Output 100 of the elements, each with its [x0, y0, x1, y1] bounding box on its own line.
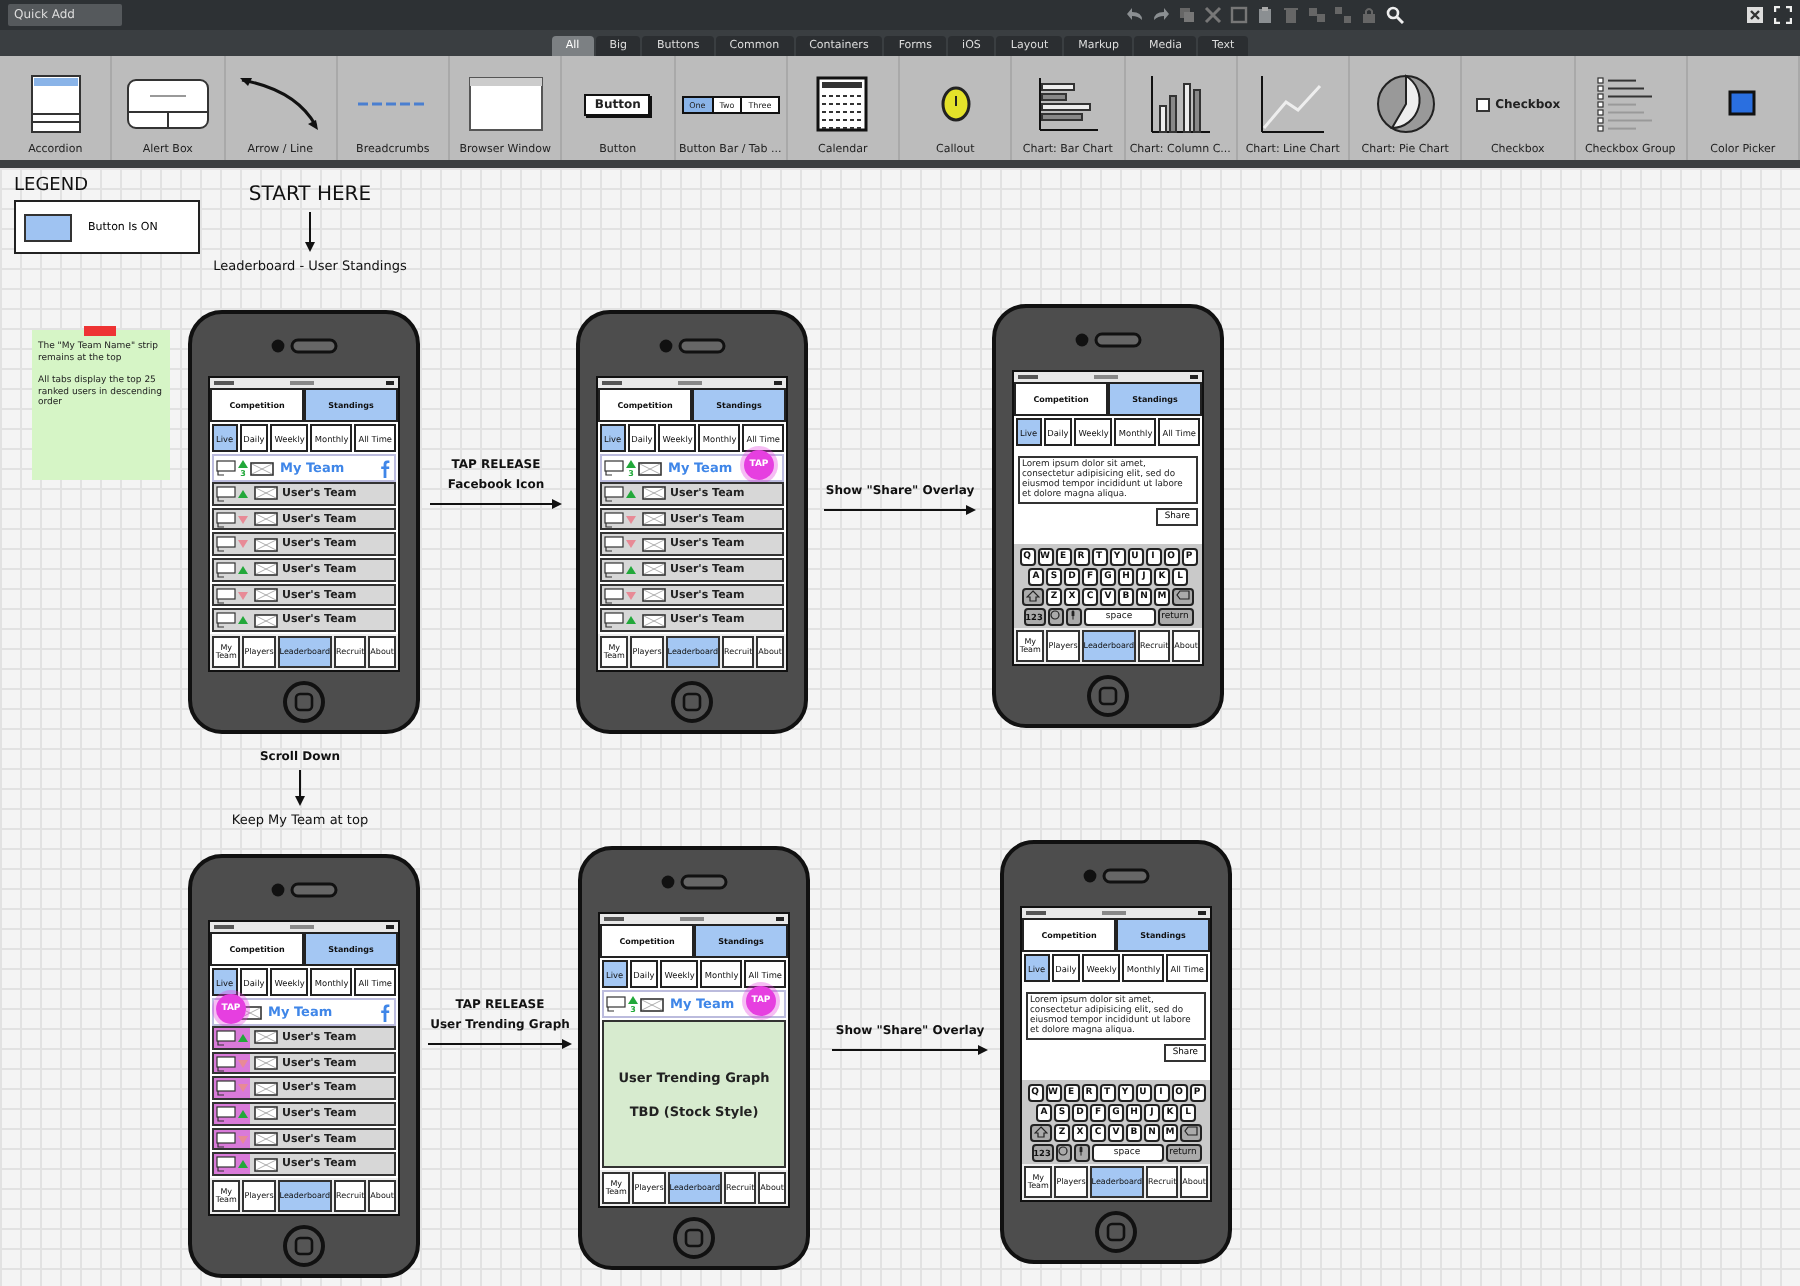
rank-badge-icon	[604, 587, 624, 604]
home-button-icon	[670, 679, 714, 723]
avatar-image-icon	[254, 562, 278, 577]
avatar-image-icon	[638, 461, 662, 475]
cut-icon[interactable]	[1203, 6, 1221, 24]
microphone-icon	[1070, 609, 1076, 619]
home-button-icon	[672, 1215, 716, 1259]
up-arrow-icon	[628, 995, 638, 1003]
breadcrumbs-icon	[356, 98, 429, 110]
up-arrow-icon	[238, 459, 248, 467]
callout-icon	[939, 86, 972, 122]
avatar-image-icon	[642, 588, 666, 603]
avatar-image-icon	[254, 1081, 278, 1096]
microphone-icon	[1078, 1145, 1084, 1155]
alert-box-icon	[125, 78, 210, 130]
shift-icon	[1026, 589, 1040, 601]
avatar-image-icon	[254, 486, 278, 501]
tape	[84, 326, 116, 336]
avatar-image-icon	[254, 588, 278, 603]
home-button-icon	[282, 1223, 326, 1267]
microphone-key[interactable]	[1073, 1143, 1089, 1161]
bar-chart-icon	[1035, 76, 1100, 132]
camera-speaker-icon	[1080, 865, 1152, 885]
close-icon[interactable]	[1746, 6, 1764, 24]
facebook-icon[interactable]	[380, 459, 390, 477]
backspace-key[interactable]	[1172, 587, 1194, 605]
up-arrow-icon	[626, 459, 636, 467]
calendar-icon	[816, 76, 869, 132]
rank-badge-icon	[216, 1080, 236, 1097]
column-chart-icon	[1148, 74, 1213, 134]
emoji-key[interactable]	[1055, 1143, 1071, 1161]
legend-title: LEGEND	[14, 176, 91, 196]
rank-badge-icon	[216, 511, 236, 527]
avatar-image-icon	[254, 1056, 278, 1070]
down-arrow	[304, 212, 316, 252]
rank-badge-icon	[216, 1105, 236, 1122]
emoji-key[interactable]	[1047, 607, 1063, 625]
rank-badge-icon	[216, 460, 236, 476]
duplicate-icon[interactable]	[1177, 6, 1195, 24]
camera-speaker-icon	[656, 335, 728, 355]
rank-badge-icon	[604, 485, 624, 502]
camera-speaker-icon	[1072, 329, 1144, 349]
rank-badge-icon	[216, 561, 236, 578]
backspace-icon	[1176, 589, 1190, 599]
avatar-image-icon	[642, 562, 666, 577]
fullscreen-icon[interactable]	[1774, 6, 1792, 24]
microphone-key[interactable]	[1065, 607, 1081, 625]
avatar-image-icon	[642, 486, 666, 501]
shift-key[interactable]	[1022, 587, 1044, 605]
start-heading: START HERE	[248, 184, 372, 206]
home-button-icon	[1094, 1209, 1138, 1253]
avatar-image-icon	[254, 1106, 278, 1121]
right-arrow	[428, 1038, 572, 1050]
avatar-image-icon	[642, 537, 666, 552]
rank-badge-icon	[216, 536, 236, 553]
avatar-image-icon	[642, 512, 666, 526]
globe-icon	[1050, 609, 1060, 619]
undo-icon[interactable]	[1125, 6, 1143, 24]
home-button-icon	[1086, 673, 1130, 717]
rank-badge-icon	[216, 1131, 236, 1148]
camera-speaker-icon	[268, 879, 340, 899]
line-chart-icon	[1258, 74, 1327, 134]
rank-badge-icon	[604, 612, 624, 629]
rank-badge-icon	[604, 536, 624, 553]
avatar-image-icon	[250, 461, 274, 475]
avatar-image-icon	[642, 613, 666, 628]
rank-badge-icon	[604, 561, 624, 578]
pie-chart-icon	[1373, 72, 1438, 136]
rank-badge-icon	[604, 511, 624, 527]
shift-icon	[1034, 1125, 1048, 1137]
down-arrow	[294, 770, 306, 806]
color-picker-icon	[1728, 90, 1757, 118]
copy-icon[interactable]	[1229, 6, 1247, 24]
right-arrow	[430, 498, 562, 510]
clipboard-icon[interactable]	[1255, 6, 1273, 24]
home-button-icon	[282, 679, 326, 723]
redo-icon[interactable]	[1151, 6, 1169, 24]
avatar-image-icon	[254, 1132, 278, 1147]
rank-badge-icon	[216, 485, 236, 502]
rank-badge-icon	[216, 1029, 236, 1046]
avatar-image-icon	[254, 1030, 278, 1045]
avatar-image-icon	[254, 537, 278, 552]
rank-badge-icon	[216, 587, 236, 604]
rank-badge-icon	[216, 1156, 236, 1173]
backspace-icon	[1184, 1125, 1198, 1135]
backspace-key[interactable]	[1180, 1123, 1202, 1141]
avatar-image-icon	[254, 613, 278, 628]
camera-speaker-icon	[268, 335, 340, 355]
search-icon[interactable]	[1385, 6, 1403, 24]
facebook-icon[interactable]	[380, 1003, 390, 1021]
rank-badge-icon	[606, 996, 626, 1012]
browser-window-icon	[467, 76, 544, 132]
shift-key[interactable]	[1030, 1123, 1052, 1141]
avatar-image-icon	[640, 997, 664, 1011]
accordion-icon	[29, 74, 82, 134]
rank-badge-icon	[216, 612, 236, 629]
avatar-image-icon	[254, 1157, 278, 1172]
rank-badge-icon	[216, 1055, 236, 1071]
globe-icon	[1058, 1145, 1068, 1155]
rank-badge-icon	[604, 460, 624, 476]
